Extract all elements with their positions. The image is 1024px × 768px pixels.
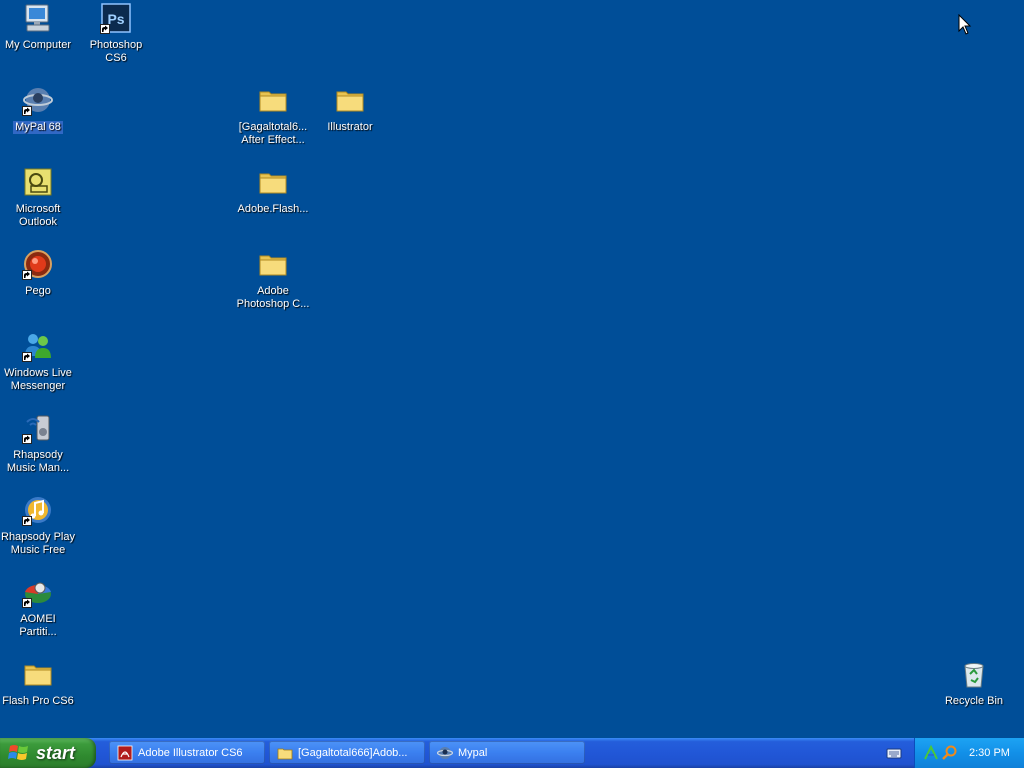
desktop[interactable]: My Computer Ps Photoshop CS6 MyPal 68 [G… [0,0,1024,738]
taskbar-button-label: [Gagaltotal666]Adob... [298,746,408,759]
keyboard-icon[interactable] [886,745,902,761]
desktop-icon-label: [Gagaltotal6... After Effect... [238,121,308,146]
svg-text:Ps: Ps [107,11,124,27]
desktop-icon-label: My Computer [4,39,72,51]
mypal-icon [437,745,453,761]
desktop-folder-gagaltotal[interactable]: [Gagaltotal6... After Effect... [235,84,311,147]
desktop-icon-pego[interactable]: Pego [0,248,76,298]
shortcut-arrow-icon [22,106,32,116]
taskbar-button-label: Adobe Illustrator CS6 [138,746,243,759]
desktop-icon-label: Flash Pro CS6 [2,695,74,707]
desktop-icon-label: Photoshop CS6 [89,39,143,64]
acrobat-icon [117,745,133,761]
system-tray: 2:30 PM [914,738,1024,768]
folder-icon [257,166,289,198]
folder-icon [22,658,54,690]
shortcut-arrow-icon [100,24,110,34]
mypal-icon [22,84,54,116]
shortcut-arrow-icon [22,516,32,526]
photoshop-icon: Ps [100,2,132,34]
desktop-folder-adobe-flash[interactable]: Adobe.Flash... [235,166,311,216]
desktop-icon-rhapsody-music-manager[interactable]: Rhapsody Music Man... [0,412,76,475]
search-icon[interactable] [942,745,958,761]
desktop-icon-label: AOMEI Partiti... [19,613,57,638]
desktop-icon-label: Adobe.Flash... [237,203,309,215]
desktop-icon-label: Rhapsody Music Man... [6,449,70,474]
desktop-icon-aomei-partition[interactable]: AOMEI Partiti... [0,576,76,639]
music-note-icon [22,494,54,526]
shortcut-arrow-icon [22,434,32,444]
shortcut-arrow-icon [22,270,32,280]
desktop-icon-rhapsody-play-music[interactable]: Rhapsody Play Music Free [0,494,76,557]
desktop-icon-label: Microsoft Outlook [15,203,61,228]
desktop-folder-illustrator[interactable]: Illustrator [312,84,388,134]
desktop-folder-adobe-photoshop[interactable]: Adobe Photoshop C... [235,248,311,311]
desktop-icon-label: Adobe Photoshop C... [236,285,310,310]
outlook-icon [22,166,54,198]
taskbar-button-gagaltotal-folder[interactable]: [Gagaltotal666]Adob... [269,741,425,764]
rhapsody-icon [22,412,54,444]
folder-icon [257,248,289,280]
folder-icon [257,84,289,116]
desktop-icon-label: Illustrator [327,121,373,133]
desktop-icon-mypal-68[interactable]: MyPal 68 [0,84,76,134]
computer-icon [22,2,54,34]
desktop-icon-windows-live-messenger[interactable]: Windows Live Messenger [0,330,76,393]
recycle-bin-icon [958,658,990,690]
taskbar-button-mypal[interactable]: Mypal [429,741,585,764]
folder-icon [334,84,366,116]
desktop-icon-label: Windows Live Messenger [4,367,72,392]
clock[interactable]: 2:30 PM [969,738,1010,768]
desktop-icon-label: Pego [25,285,51,297]
windows-logo-icon [8,745,28,760]
network-icon[interactable] [923,745,939,761]
taskbar-button-adobe-illustrator[interactable]: Adobe Illustrator CS6 [109,741,265,764]
mouse-cursor-icon [958,14,972,35]
desktop-icon-microsoft-outlook[interactable]: Microsoft Outlook [0,166,76,229]
desktop-folder-flash-pro-cs6[interactable]: Flash Pro CS6 [0,658,76,708]
start-label: start [36,742,76,763]
desktop-icon-recycle-bin[interactable]: Recycle Bin [936,658,1012,708]
start-button[interactable]: start [0,738,96,768]
desktop-icon-label: Rhapsody Play Music Free [1,531,75,556]
messenger-icon [22,330,54,362]
desktop-icon-label: MyPal 68 [13,121,63,134]
pego-icon [22,248,54,280]
shortcut-arrow-icon [22,352,32,362]
desktop-icon-label: Recycle Bin [944,695,1004,707]
desktop-icon-my-computer[interactable]: My Computer [0,2,76,52]
taskbar-button-label: Mypal [458,746,488,759]
taskbar: start Adobe Illustrator CS6 [Gagaltotal6… [0,738,1024,768]
shortcut-arrow-icon [22,598,32,608]
aomei-icon [22,576,54,608]
folder-icon [277,745,293,761]
desktop-icon-photoshop-cs6[interactable]: Ps Photoshop CS6 [78,2,154,65]
